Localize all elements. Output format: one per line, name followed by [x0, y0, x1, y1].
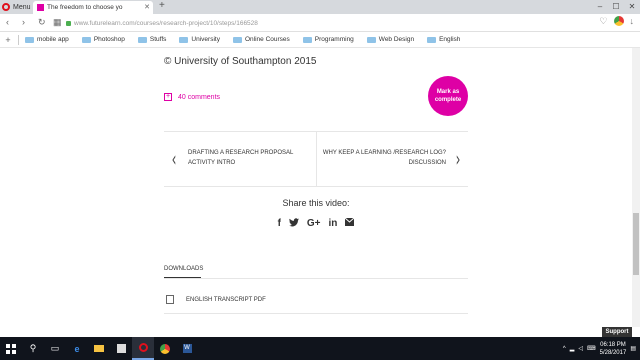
- start-button[interactable]: [0, 337, 22, 360]
- address-bar: ‹ › ↻ ▦ www.futurelearn.com/courses/rese…: [0, 14, 640, 32]
- folder-icon: [302, 36, 312, 43]
- folder-icon: [25, 36, 34, 43]
- store-icon[interactable]: [110, 337, 132, 360]
- forward-icon[interactable]: ›: [22, 17, 25, 27]
- chevron-right-icon[interactable]: ›: [456, 149, 461, 169]
- mark-as-complete-button[interactable]: Mark as complete: [428, 76, 468, 116]
- step-nav-divider: [316, 131, 317, 186]
- minimize-icon[interactable]: –: [592, 0, 608, 14]
- downloads-heading: DOWNLOADS: [164, 266, 204, 272]
- volume-icon[interactable]: ◁: [578, 345, 583, 352]
- add-bookmark-icon[interactable]: +: [0, 35, 16, 45]
- lock-icon: [66, 20, 71, 26]
- comments-count: 40 comments: [178, 93, 221, 101]
- bookmark-programming[interactable]: Programming: [302, 36, 354, 43]
- browser-tab-bar: Menu The freedom to choose yo ✕ + – ☐ ✕: [0, 0, 640, 14]
- bookmark-english[interactable]: English: [427, 36, 460, 43]
- document-icon: [166, 295, 174, 304]
- task-view-icon[interactable]: ▭: [44, 337, 66, 360]
- clock[interactable]: 06:18 PM 5/28/2017: [600, 341, 627, 357]
- linkedin-icon[interactable]: in: [329, 218, 338, 230]
- url-text: www.futurelearn.com/courses/research-pro…: [74, 19, 258, 27]
- folder-icon: [179, 36, 189, 43]
- folder-icon: [137, 36, 147, 43]
- window-controls: – ☐ ✕: [592, 0, 640, 14]
- bookmark-stuffs[interactable]: Stuffs: [137, 36, 166, 43]
- close-window-icon[interactable]: ✕: [624, 0, 640, 14]
- previous-step-link[interactable]: DRAFTING A RESEARCH PROPOSAL ACTIVITY IN…: [188, 148, 293, 168]
- speed-dial-icon[interactable]: ▦: [53, 17, 62, 28]
- extension-icon[interactable]: [613, 16, 624, 26]
- clock-time: 06:18 PM: [600, 341, 626, 348]
- twitter-icon[interactable]: [288, 218, 299, 230]
- download-icon[interactable]: ↓: [630, 16, 635, 27]
- bookmark-heart-icon[interactable]: ♡: [599, 16, 607, 27]
- network-icon[interactable]: ▂: [570, 345, 575, 352]
- share-icons: f G+ in: [164, 217, 468, 230]
- edge-icon[interactable]: e: [66, 337, 88, 360]
- scrollbar-thumb[interactable]: [633, 213, 639, 275]
- file-explorer-icon[interactable]: [88, 337, 110, 360]
- google-plus-icon[interactable]: G+: [307, 218, 321, 230]
- opera-logo-icon: [2, 3, 10, 11]
- bookmarks-bar: + mobile app Photoshop Stuffs University…: [0, 32, 640, 48]
- address-bar-actions: ♡ ↓: [599, 16, 634, 27]
- opera-menu-button[interactable]: Menu: [2, 1, 31, 13]
- support-button[interactable]: Support: [602, 327, 632, 337]
- search-icon[interactable]: ⚲: [22, 337, 44, 360]
- previous-step-type: ACTIVITY INTRO: [188, 160, 236, 166]
- previous-step-title: DRAFTING A RESEARCH PROPOSAL: [188, 150, 294, 156]
- folder-icon: [81, 36, 91, 43]
- next-step-link[interactable]: WHY KEEP A LEARNING /RESEARCH LOG? DISCU…: [323, 148, 446, 168]
- reload-icon[interactable]: ↻: [38, 17, 46, 28]
- bookmark-photoshop[interactable]: Photoshop: [81, 36, 125, 43]
- facebook-icon[interactable]: f: [278, 218, 281, 230]
- bookmarks-divider: [18, 34, 19, 45]
- menu-label: Menu: [13, 3, 31, 11]
- system-tray: ^ ▂ ◁ ⌨ 06:18 PM 5/28/2017 ▤: [563, 337, 636, 360]
- active-tab[interactable]: The freedom to choose yo ✕: [33, 1, 153, 14]
- bookmark-mobile-app[interactable]: mobile app: [25, 36, 69, 43]
- keyboard-language-icon[interactable]: ⌨: [587, 345, 596, 352]
- folder-icon: [232, 36, 242, 43]
- next-step-type: DISCUSSION: [408, 160, 446, 166]
- chevron-left-icon[interactable]: ‹: [172, 149, 177, 169]
- tray-chevron-icon[interactable]: ^: [563, 346, 566, 352]
- comments-link[interactable]: + 40 comments: [164, 93, 220, 101]
- bookmark-university[interactable]: University: [179, 36, 220, 43]
- bookmark-web-design[interactable]: Web Design: [366, 36, 414, 43]
- divider: [164, 186, 468, 187]
- next-step-title: WHY KEEP A LEARNING /RESEARCH LOG?: [322, 150, 446, 156]
- page-scrollbar[interactable]: [632, 48, 640, 327]
- folder-icon: [366, 36, 376, 43]
- copyright-text: © University of Southampton 2015: [164, 56, 317, 67]
- tab-close-icon[interactable]: ✕: [144, 3, 150, 11]
- windows-logo-icon: [6, 343, 16, 354]
- share-label: Share this video:: [282, 198, 350, 208]
- clock-date: 5/28/2017: [599, 349, 627, 356]
- tab-title: The freedom to choose yo: [47, 4, 123, 11]
- step-navigation: ‹ DRAFTING A RESEARCH PROPOSAL ACTIVITY …: [164, 131, 468, 186]
- email-icon[interactable]: [345, 217, 355, 230]
- windows-taskbar: ⚲ ▭ e W ^ ▂ ◁ ⌨ 06:18 PM 5/28/2017 ▤: [0, 337, 640, 360]
- new-tab-icon[interactable]: +: [159, 0, 165, 11]
- divider: [164, 278, 468, 279]
- expand-comments-icon: +: [164, 93, 172, 101]
- futurelearn-favicon-icon: [37, 4, 44, 11]
- url-field[interactable]: www.futurelearn.com/courses/research-pro…: [66, 17, 581, 29]
- folder-icon: [427, 36, 437, 43]
- divider: [164, 313, 468, 314]
- notifications-icon[interactable]: ▤: [630, 345, 636, 352]
- opera-taskbar-icon[interactable]: [132, 337, 154, 360]
- back-icon[interactable]: ‹: [6, 17, 9, 27]
- english-transcript-link[interactable]: ENGLISH TRANSCRIPT PDF: [186, 297, 266, 303]
- chrome-icon[interactable]: [154, 337, 176, 360]
- bookmark-online-courses[interactable]: Online Courses: [232, 36, 290, 43]
- page-content: © University of Southampton 2015 + 40 co…: [0, 48, 632, 327]
- word-icon[interactable]: W: [176, 337, 198, 360]
- maximize-icon[interactable]: ☐: [608, 0, 624, 14]
